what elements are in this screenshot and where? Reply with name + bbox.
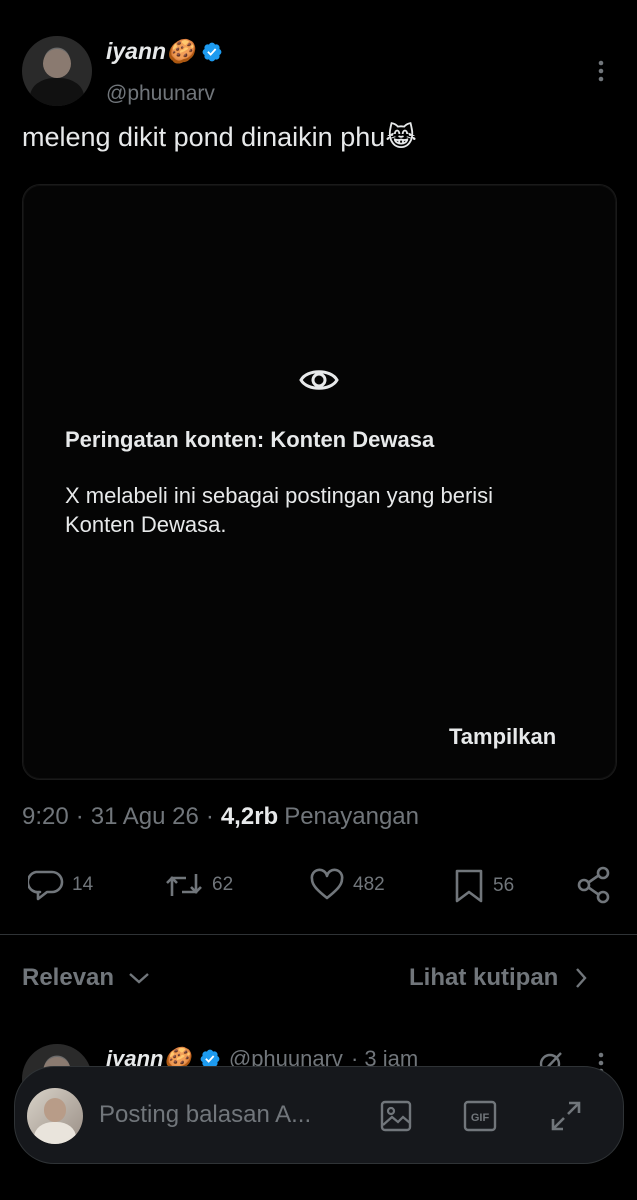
reply-input[interactable]: Posting balasan A... [99, 1101, 349, 1129]
sort-dropdown[interactable]: Relevan [22, 964, 150, 992]
tweet-meta: 9:20 · 31 Agu 26 · 4,2rb Penayangan [22, 803, 419, 831]
more-icon[interactable] [590, 58, 612, 84]
content-warning-body: X melabeli ini sebagai postingan yang be… [65, 483, 494, 537]
show-content-button[interactable]: Tampilkan [449, 724, 556, 750]
author-display-name[interactable]: iyann🍪 [106, 38, 195, 65]
repost-count: 62 [212, 874, 234, 895]
views-group[interactable]: 4,2rb Penayangan [221, 803, 419, 831]
divider [0, 934, 637, 935]
content-warning-title: Peringatan konten: Konten Dewasa [65, 427, 435, 452]
content-warning-card: Peringatan konten: Konten Dewasa X melab… [22, 184, 617, 780]
like-icon [309, 868, 345, 902]
reply-composer[interactable]: Posting balasan A... GIF [14, 1066, 624, 1164]
tweet-date[interactable]: 31 Agu 26 [91, 803, 199, 831]
reply-icon [28, 868, 64, 902]
view-quotes-label: Lihat kutipan [409, 964, 559, 991]
share-icon[interactable] [576, 866, 612, 904]
tweet-text: meleng dikit pond dinaikin phu😹 [22, 122, 417, 152]
composer-avatar [27, 1088, 83, 1144]
bookmark-button[interactable]: 56 [453, 868, 514, 904]
author-avatar[interactable] [22, 36, 92, 106]
author-name-row[interactable]: iyann🍪 [106, 38, 223, 65]
bookmark-count: 56 [493, 875, 515, 896]
verified-icon [201, 41, 223, 63]
chevron-right-icon [574, 967, 588, 989]
image-icon[interactable] [379, 1099, 413, 1133]
like-button[interactable]: 482 [309, 868, 385, 902]
chevron-down-icon [128, 971, 150, 985]
bookmark-icon [453, 868, 485, 904]
gif-icon[interactable]: GIF [463, 1099, 497, 1133]
meta-separator: · [205, 803, 214, 830]
repost-button[interactable]: 62 [164, 868, 233, 902]
meta-separator: · [75, 803, 84, 830]
author-handle[interactable]: @phuunarv [106, 82, 215, 106]
reply-count: 14 [72, 874, 94, 895]
like-count: 482 [353, 874, 385, 895]
expand-icon[interactable] [549, 1099, 583, 1133]
views-label: Penayangan [284, 803, 419, 830]
reply-button[interactable]: 14 [28, 868, 93, 902]
svg-text:GIF: GIF [471, 1112, 490, 1124]
views-count: 4,2rb [220, 803, 279, 830]
repost-icon [164, 868, 204, 902]
tweet-time[interactable]: 9:20 [22, 803, 69, 831]
sort-label: Relevan [22, 964, 115, 991]
view-quotes-link[interactable]: Lihat kutipan [409, 964, 588, 992]
eye-icon [299, 365, 339, 395]
